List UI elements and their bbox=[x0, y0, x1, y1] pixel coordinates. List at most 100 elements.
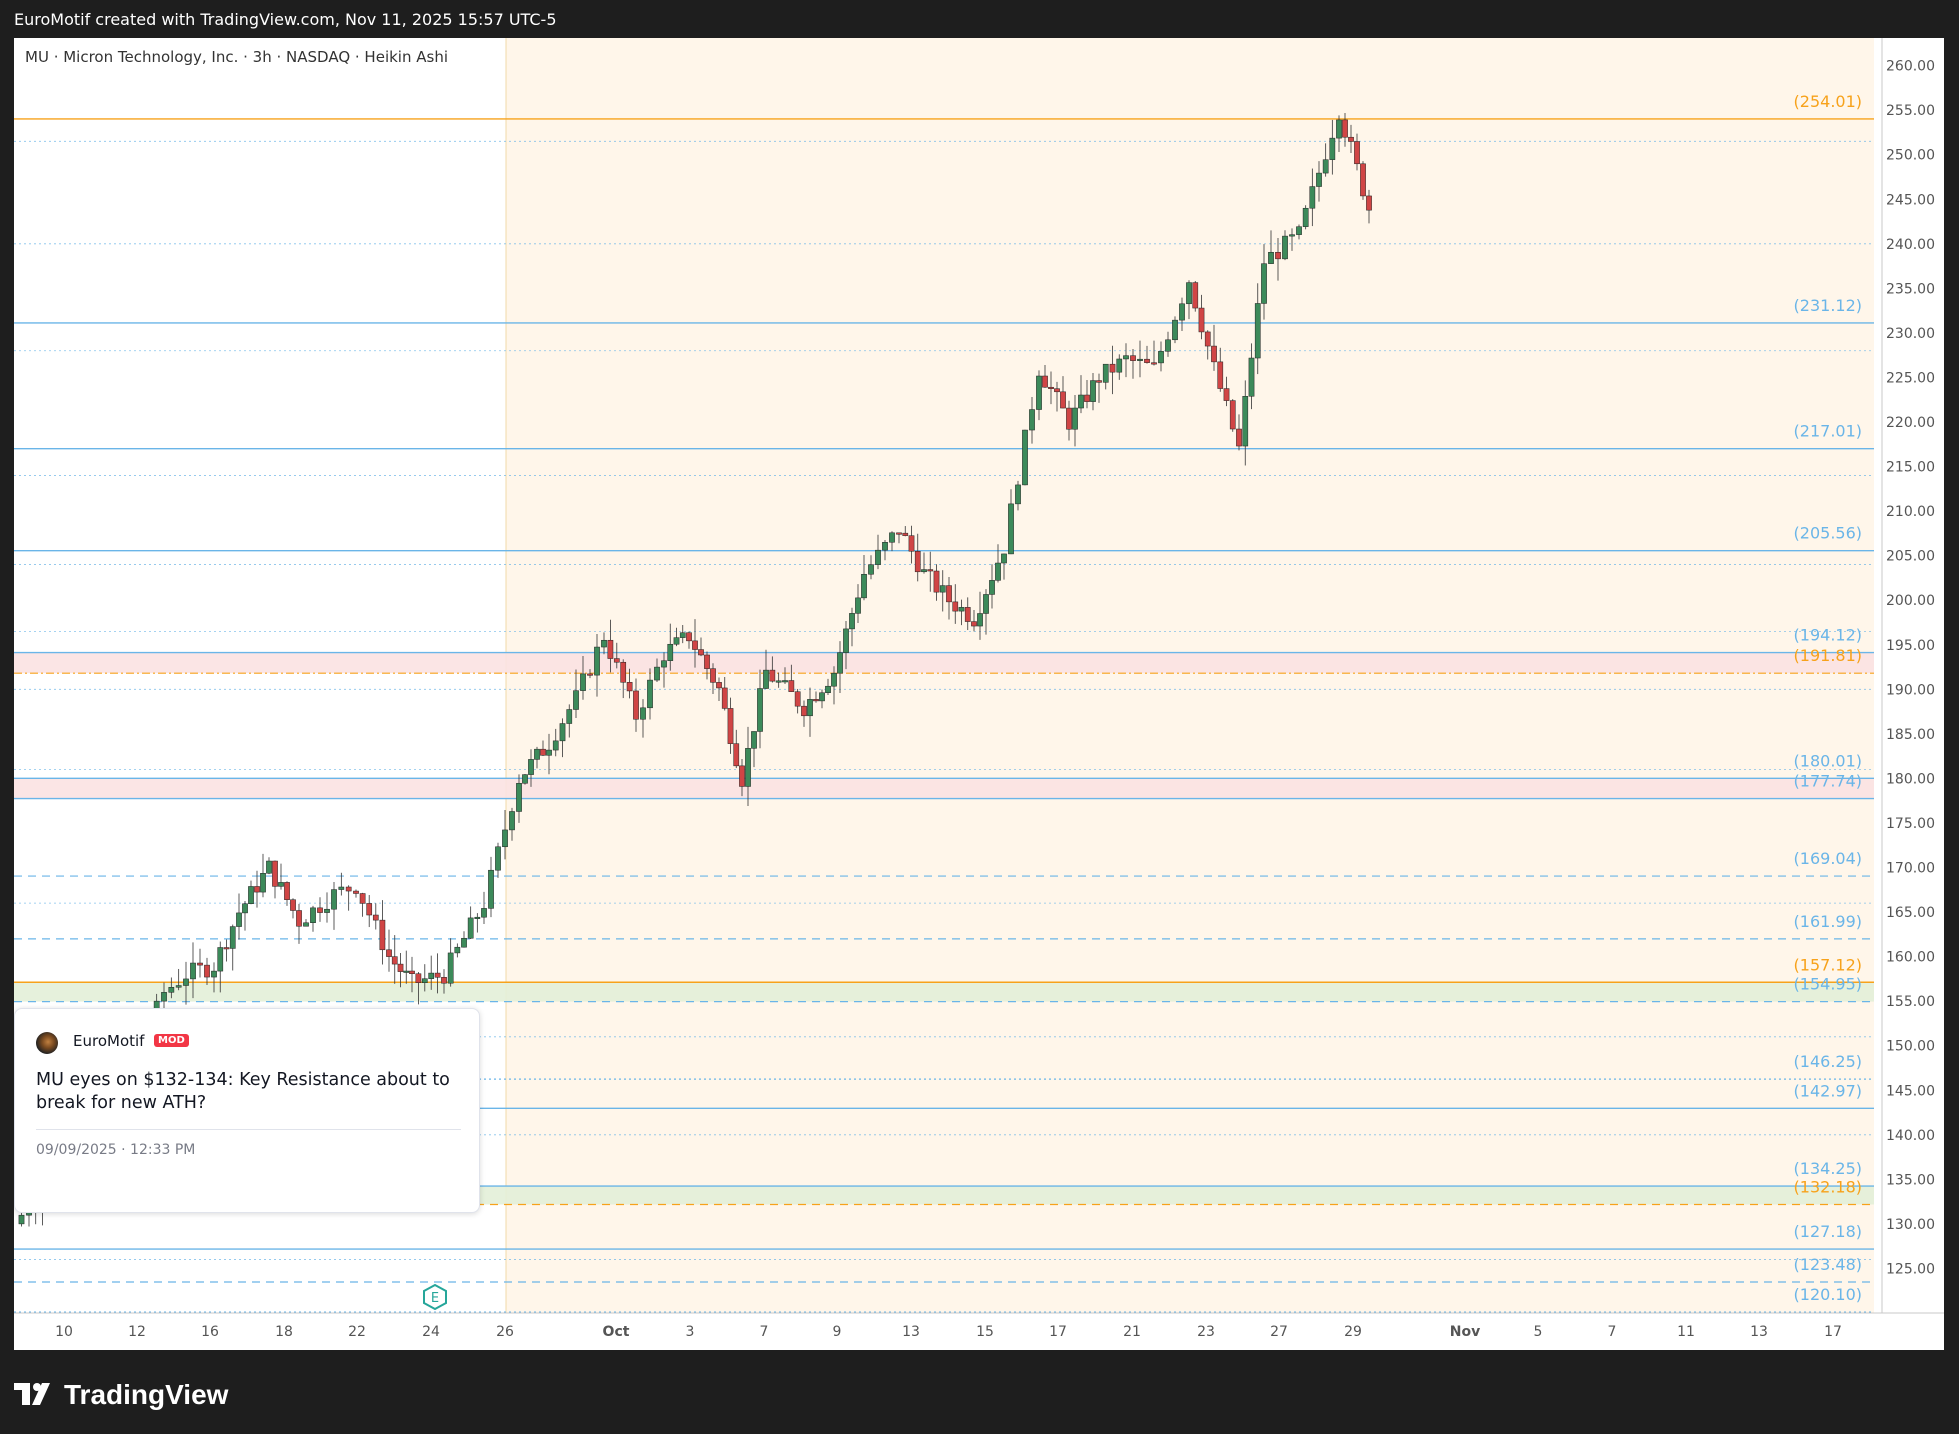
candle-body-58[interactable] bbox=[403, 970, 410, 973]
candle-body-44[interactable] bbox=[310, 907, 316, 923]
candle-body-149[interactable] bbox=[983, 594, 989, 614]
candle-body-118[interactable] bbox=[788, 680, 795, 692]
candle-body-152[interactable] bbox=[1001, 553, 1007, 564]
candle-body-106[interactable] bbox=[716, 682, 722, 689]
candle-body-35[interactable] bbox=[254, 886, 260, 893]
candle-body-115[interactable] bbox=[769, 669, 776, 682]
candle-body-39[interactable] bbox=[278, 882, 284, 887]
candle-body-87[interactable] bbox=[594, 646, 600, 676]
candle-body-123[interactable] bbox=[819, 692, 825, 702]
candle-body-184[interactable] bbox=[1211, 345, 1217, 363]
candle-body-203[interactable] bbox=[1336, 119, 1342, 139]
candle-body-194[interactable] bbox=[1275, 251, 1281, 260]
candle-body-24[interactable] bbox=[183, 978, 189, 986]
candle-body-65[interactable] bbox=[447, 952, 454, 984]
candle-body-165[interactable] bbox=[1084, 394, 1090, 402]
candle-body-128[interactable] bbox=[849, 613, 855, 630]
candle-body-68[interactable] bbox=[467, 917, 474, 939]
candle-body-41[interactable] bbox=[290, 899, 296, 911]
candle-body-146[interactable] bbox=[964, 607, 971, 622]
candle-body-153[interactable] bbox=[1008, 503, 1014, 555]
candle-body-179[interactable] bbox=[1179, 303, 1185, 321]
chart-panel[interactable]: (254.01) (231.12) (217.01) (205.56) (194.12)… bbox=[14, 38, 1944, 1350]
candle-body-161[interactable] bbox=[1060, 391, 1066, 409]
candle-body-66[interactable] bbox=[454, 946, 461, 954]
candle-body-134[interactable] bbox=[889, 532, 895, 543]
candle-body-81[interactable] bbox=[552, 740, 559, 751]
candle-body-206[interactable] bbox=[1354, 141, 1360, 165]
candle-body-187[interactable] bbox=[1229, 400, 1236, 430]
candle-body-79[interactable] bbox=[540, 748, 546, 756]
candle-body-33[interactable] bbox=[242, 903, 248, 914]
candle-body-108[interactable] bbox=[727, 708, 734, 744]
candle-body-67[interactable] bbox=[461, 937, 467, 948]
candle-body-53[interactable] bbox=[372, 914, 379, 921]
candle-body-140[interactable] bbox=[927, 569, 934, 572]
candle-body-190[interactable] bbox=[1248, 357, 1255, 397]
candle-body-23[interactable] bbox=[175, 985, 182, 988]
candle-body-147[interactable] bbox=[971, 621, 977, 627]
candle-body-126[interactable] bbox=[837, 652, 843, 674]
candle-body-43[interactable] bbox=[303, 922, 309, 927]
candle-body-192[interactable] bbox=[1261, 263, 1267, 304]
candle-body-169[interactable] bbox=[1109, 363, 1116, 373]
candle-body-28[interactable] bbox=[211, 970, 217, 978]
candle-body-36[interactable] bbox=[260, 873, 266, 893]
candle-body-113[interactable] bbox=[757, 688, 763, 732]
candle-body-70[interactable] bbox=[481, 908, 487, 918]
candle-body-182[interactable] bbox=[1198, 307, 1205, 333]
candle-body-189[interactable] bbox=[1242, 396, 1249, 447]
candle-body-195[interactable] bbox=[1282, 235, 1288, 260]
candle-body-144[interactable] bbox=[952, 601, 959, 612]
candle-body-62[interactable] bbox=[428, 972, 435, 979]
candle-body-151[interactable] bbox=[995, 562, 1001, 581]
candle-body-96[interactable] bbox=[654, 666, 660, 681]
candle-body-171[interactable] bbox=[1123, 355, 1129, 360]
candle-body-127[interactable] bbox=[843, 628, 849, 653]
candle-body-191[interactable] bbox=[1254, 303, 1261, 359]
candle-body-52[interactable] bbox=[366, 903, 373, 916]
candle-body-75[interactable] bbox=[516, 783, 522, 812]
candle-body-105[interactable] bbox=[710, 668, 716, 683]
candle-body-138[interactable] bbox=[914, 551, 921, 573]
candle-body-208[interactable] bbox=[1366, 195, 1372, 211]
candle-body-174[interactable] bbox=[1144, 358, 1150, 363]
candle-body-111[interactable] bbox=[745, 748, 751, 787]
candle-body-77[interactable] bbox=[528, 759, 534, 775]
candle-body-101[interactable] bbox=[686, 632, 692, 642]
candle-body-117[interactable] bbox=[782, 680, 788, 683]
candle-body-57[interactable] bbox=[397, 963, 404, 972]
earnings-icon[interactable]: E bbox=[422, 1284, 448, 1310]
candle-body-59[interactable] bbox=[409, 970, 415, 974]
candle-body-98[interactable] bbox=[667, 643, 674, 661]
candle-body-170[interactable] bbox=[1116, 358, 1123, 373]
candle-body-172[interactable] bbox=[1130, 355, 1136, 361]
candle-body-22[interactable] bbox=[168, 987, 175, 993]
candle-body-125[interactable] bbox=[831, 672, 837, 687]
candle-body-110[interactable] bbox=[739, 765, 745, 787]
candle-body-160[interactable] bbox=[1054, 388, 1060, 393]
candle-body-114[interactable] bbox=[763, 669, 769, 689]
candle-body-120[interactable] bbox=[801, 705, 807, 717]
candle-body-83[interactable] bbox=[566, 709, 573, 724]
candle-body-71[interactable] bbox=[488, 869, 494, 909]
candle-body-159[interactable] bbox=[1048, 386, 1054, 389]
candle-body-54[interactable] bbox=[379, 919, 386, 951]
candle-body-109[interactable] bbox=[733, 743, 740, 767]
tradingview-logo[interactable]: TradingView bbox=[14, 1378, 228, 1412]
candle-body-64[interactable] bbox=[441, 977, 447, 984]
candle-body-93[interactable] bbox=[633, 690, 639, 720]
candle-body-32[interactable] bbox=[236, 912, 242, 927]
candle-body-176[interactable] bbox=[1158, 351, 1164, 364]
candle-body-139[interactable] bbox=[921, 569, 927, 573]
candle-body-84[interactable] bbox=[573, 690, 579, 710]
candle-body-91[interactable] bbox=[620, 661, 627, 683]
candle-body-27[interactable] bbox=[204, 964, 210, 978]
candle-body-63[interactable] bbox=[434, 972, 441, 978]
candle-body-137[interactable] bbox=[908, 535, 915, 552]
candle-body-80[interactable] bbox=[546, 749, 552, 756]
candle-body-51[interactable] bbox=[359, 893, 366, 904]
candle-body-103[interactable] bbox=[698, 649, 704, 656]
candle-body-199[interactable] bbox=[1309, 186, 1316, 209]
candle-body-88[interactable] bbox=[601, 639, 607, 648]
